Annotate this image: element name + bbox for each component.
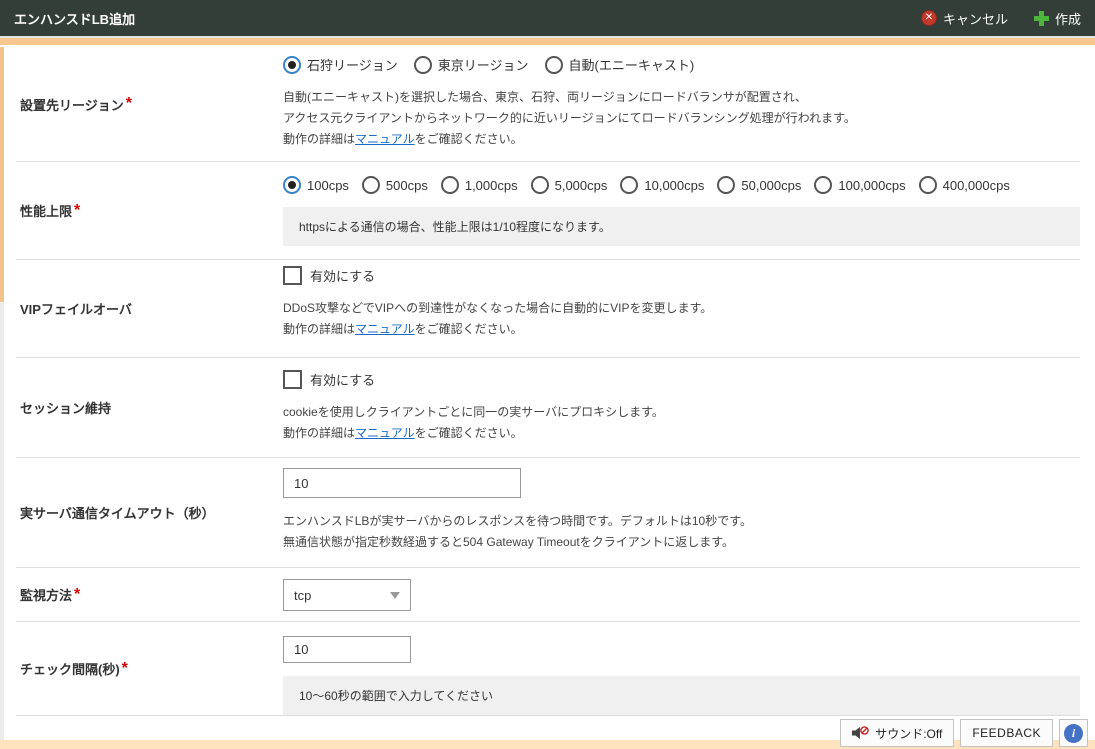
create-button-label: 作成 bbox=[1055, 9, 1081, 28]
interval-input[interactable] bbox=[283, 636, 411, 663]
row-session-persistence: セッション維持 有効にする cookieを使用しクライアントごとに同一の実サーバ… bbox=[16, 358, 1080, 458]
cancel-button[interactable]: ✕ キャンセル bbox=[921, 9, 1008, 28]
timeout-label: 実サーバ通信タイムアウト（秒） bbox=[20, 503, 215, 522]
feedback-label: FEEDBACK bbox=[972, 726, 1041, 740]
footer-bar: サウンド:Off FEEDBACK i bbox=[840, 719, 1088, 747]
interval-note: 10～60秒の範囲で入力してください bbox=[283, 676, 1080, 715]
row-region: 設置先リージョン * 石狩リージョン 東京リージョン 自動(エニーキャスト) bbox=[16, 47, 1080, 162]
region-description: 自動(エニーキャスト)を選択した場合、東京、石狩、両リージョンにロードバランサが… bbox=[283, 87, 1080, 150]
plus-icon bbox=[1034, 11, 1049, 26]
region-radio-group: 石狩リージョン 東京リージョン 自動(エニーキャスト) bbox=[283, 55, 1080, 74]
checkbox-icon bbox=[283, 266, 302, 285]
session-label: セッション維持 bbox=[20, 398, 111, 417]
radio-icon bbox=[814, 176, 832, 194]
manual-link[interactable]: マニュアル bbox=[355, 322, 415, 336]
required-mark: * bbox=[122, 660, 128, 678]
enhanced-lb-add-page: エンハンスドLB追加 ✕ キャンセル 作成 設置先リージョン * bbox=[0, 0, 1095, 749]
monitor-method-select[interactable]: tcp bbox=[283, 579, 411, 611]
radio-icon bbox=[919, 176, 937, 194]
session-description: cookieを使用しクライアントごとに同一の実サーバにプロキシします。 動作の詳… bbox=[283, 402, 1080, 444]
header-bar: エンハンスドLB追加 ✕ キャンセル 作成 bbox=[0, 0, 1095, 38]
vip-failover-checkbox[interactable]: 有効にする bbox=[283, 266, 1080, 285]
speaker-muted-icon bbox=[852, 726, 869, 740]
checkbox-icon bbox=[283, 370, 302, 389]
radio-icon bbox=[362, 176, 380, 194]
performance-note: httpsによる通信の場合、性能上限は1/10程度になります。 bbox=[283, 207, 1080, 246]
info-icon: i bbox=[1064, 724, 1083, 743]
radio-icon bbox=[620, 176, 638, 194]
radio-icon bbox=[545, 56, 563, 74]
radio-50000cps[interactable]: 50,000cps bbox=[717, 176, 801, 194]
cancel-button-label: キャンセル bbox=[943, 9, 1008, 28]
region-label: 設置先リージョン bbox=[20, 95, 124, 114]
row-performance-limit: 性能上限 * 100cps 500cps 1,000cps bbox=[16, 162, 1080, 260]
required-mark: * bbox=[74, 586, 80, 604]
cancel-x-icon: ✕ bbox=[921, 10, 937, 26]
radio-5000cps[interactable]: 5,000cps bbox=[531, 176, 608, 194]
manual-link[interactable]: マニュアル bbox=[355, 132, 415, 146]
monitor-label: 監視方法 bbox=[20, 585, 72, 604]
required-mark: * bbox=[74, 202, 80, 220]
row-server-timeout: 実サーバ通信タイムアウト（秒） エンハンスドLBが実サーバからのレスポンスを待つ… bbox=[16, 458, 1080, 568]
accent-top-strip bbox=[0, 38, 1095, 45]
interval-label: チェック間隔(秒) bbox=[20, 659, 120, 678]
radio-100cps[interactable]: 100cps bbox=[283, 176, 349, 194]
info-button[interactable]: i bbox=[1059, 719, 1088, 747]
manual-link[interactable]: マニュアル bbox=[355, 426, 415, 440]
timeout-description: エンハンスドLBが実サーバからのレスポンスを待つ時間です。デフォルトは10秒です… bbox=[283, 511, 1080, 553]
radio-icon bbox=[717, 176, 735, 194]
required-mark: * bbox=[126, 95, 132, 113]
radio-400000cps[interactable]: 400,000cps bbox=[919, 176, 1010, 194]
session-checkbox[interactable]: 有効にする bbox=[283, 370, 1080, 389]
feedback-button[interactable]: FEEDBACK bbox=[960, 719, 1053, 747]
radio-icon bbox=[531, 176, 549, 194]
row-monitor-method: 監視方法 * tcp bbox=[16, 568, 1080, 622]
vip-failover-description: DDoS攻撃などでVIPへの到達性がなくなった場合に自動的にVIPを変更します。… bbox=[283, 298, 1080, 340]
vip-failover-label: VIPフェイルオーバ bbox=[20, 299, 132, 318]
page-title: エンハンスドLB追加 bbox=[14, 9, 135, 28]
lb-create-form: 設置先リージョン * 石狩リージョン 東京リージョン 自動(エニーキャスト) bbox=[4, 47, 1095, 716]
radio-1000cps[interactable]: 1,000cps bbox=[441, 176, 518, 194]
radio-selected-icon bbox=[283, 176, 301, 194]
create-button[interactable]: 作成 bbox=[1034, 9, 1081, 28]
row-vip-failover: VIPフェイルオーバ 有効にする DDoS攻撃などでVIPへの到達性がなくなった… bbox=[16, 260, 1080, 358]
sound-toggle-label: サウンド:Off bbox=[875, 725, 942, 742]
radio-region-anycast[interactable]: 自動(エニーキャスト) bbox=[545, 55, 695, 74]
radio-region-ishikari[interactable]: 石狩リージョン bbox=[283, 55, 398, 74]
performance-label: 性能上限 bbox=[20, 201, 72, 220]
performance-radio-group: 100cps 500cps 1,000cps 5,000cps bbox=[283, 176, 1080, 194]
radio-10000cps[interactable]: 10,000cps bbox=[620, 176, 704, 194]
radio-selected-icon bbox=[283, 56, 301, 74]
radio-icon bbox=[414, 56, 432, 74]
radio-500cps[interactable]: 500cps bbox=[362, 176, 428, 194]
chevron-down-icon bbox=[390, 592, 400, 599]
radio-icon bbox=[441, 176, 459, 194]
header-actions: ✕ キャンセル 作成 bbox=[921, 9, 1081, 28]
sound-toggle-button[interactable]: サウンド:Off bbox=[840, 719, 954, 747]
timeout-input[interactable] bbox=[283, 468, 521, 498]
row-check-interval: チェック間隔(秒) * 10～60秒の範囲で入力してください bbox=[16, 622, 1080, 716]
radio-region-tokyo[interactable]: 東京リージョン bbox=[414, 55, 529, 74]
radio-100000cps[interactable]: 100,000cps bbox=[814, 176, 905, 194]
